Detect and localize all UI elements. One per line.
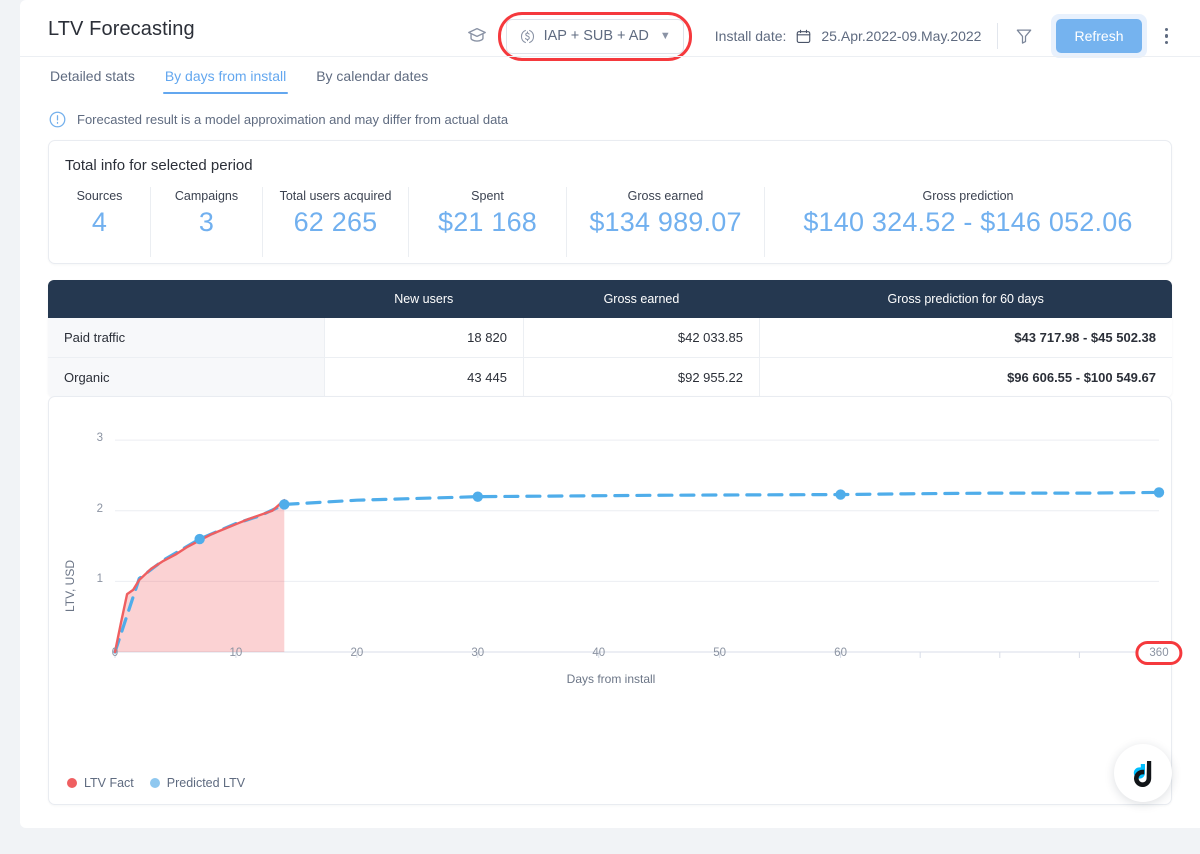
chevron-down-icon: ▼ bbox=[659, 29, 671, 42]
calendar-icon bbox=[795, 28, 812, 45]
kpi-gross-earned: Gross earned $134 989.07 bbox=[567, 187, 765, 257]
chart-svg bbox=[113, 439, 1165, 658]
funnel-icon[interactable] bbox=[1014, 26, 1034, 46]
table-cell-gross-prediction: $96 606.55 - $100 549.67 bbox=[759, 357, 1172, 397]
chart-x-tick-label: 40 bbox=[592, 647, 606, 659]
legend-item[interactable]: LTV Fact bbox=[67, 776, 134, 790]
total-info-card: Total info for selected period Sources 4 C… bbox=[48, 140, 1172, 264]
table-col-new-users: New users bbox=[324, 280, 524, 318]
tab-bar: Detailed stats By days from install By c… bbox=[20, 56, 1200, 94]
app-root: LTV Forecasting IAP + SUB + AD ▼ Install… bbox=[0, 0, 1200, 854]
table-row[interactable]: Paid traffic 18 820 $42 033.85 $43 717.98 -… bbox=[48, 318, 1172, 358]
chart-y-axis-label: LTV, USD bbox=[63, 559, 77, 612]
product-selector[interactable]: IAP + SUB + AD ▼ bbox=[497, 11, 692, 61]
page-title: LTV Forecasting bbox=[48, 18, 195, 40]
sources-table: New users Gross earned Gross prediction … bbox=[48, 280, 1172, 397]
header-controls: IAP + SUB + AD ▼ Install date: 25.Apr.20… bbox=[466, 11, 1175, 61]
kpi-value: 4 bbox=[91, 207, 108, 237]
devtodev-logo-icon[interactable] bbox=[1114, 744, 1172, 802]
install-date-value: 25.Apr.2022-09.May.2022 bbox=[821, 28, 982, 44]
legend-label: LTV Fact bbox=[84, 776, 134, 790]
chart-point-marker bbox=[472, 491, 483, 502]
kebab-menu-icon[interactable] bbox=[1159, 24, 1175, 49]
chart-x-tick-label: 50 bbox=[713, 647, 727, 659]
kpi-value: $134 989.07 bbox=[589, 207, 742, 237]
chart-x-tick-label: 60 bbox=[834, 647, 847, 659]
chart-point-marker bbox=[835, 489, 846, 500]
chart-x-tick-label: 30 bbox=[471, 647, 485, 659]
table-cell-new-users: 18 820 bbox=[324, 318, 524, 358]
kpi-label: Campaigns bbox=[174, 189, 239, 203]
install-date-picker[interactable]: Install date: 25.Apr.2022-09.May.2022 bbox=[715, 28, 982, 45]
kpi-value: 3 bbox=[198, 207, 215, 237]
kpi-label: Spent bbox=[471, 189, 504, 203]
chart-y-tick-label: 1 bbox=[96, 573, 103, 586]
chart-legend: LTV Fact Predicted LTV bbox=[67, 776, 245, 790]
chart-point-marker bbox=[279, 499, 290, 510]
table-cell-new-users: 43 445 bbox=[324, 357, 524, 397]
kpi-spent: Spent $21 168 bbox=[409, 187, 567, 257]
forecast-notice: Forecasted result is a model approximati… bbox=[48, 110, 508, 129]
graduation-cap-icon[interactable] bbox=[466, 25, 488, 47]
table-col-source bbox=[48, 280, 324, 318]
legend-color-dot bbox=[67, 778, 77, 788]
table-header-row: New users Gross earned Gross prediction … bbox=[48, 280, 1172, 318]
dollar-circle-icon bbox=[519, 28, 536, 45]
total-info-title: Total info for selected period bbox=[65, 157, 253, 174]
ltv-chart-card: 1 2 3 0 10 20 30 40 50 60 360 LTV, USD Days from ins… bbox=[48, 396, 1183, 806]
devtodev-logo-glyph bbox=[1133, 761, 1152, 787]
kpi-total-users-acquired: Total users acquired 62 265 bbox=[263, 187, 409, 257]
table-cell-source: Organic bbox=[48, 357, 325, 397]
chart-y-tick-label: 2 bbox=[96, 502, 103, 515]
kpi-campaigns: Campaigns 3 bbox=[151, 187, 263, 257]
tab-detailed-stats[interactable]: Detailed stats bbox=[48, 57, 137, 94]
chart-point-marker bbox=[194, 533, 205, 545]
header-divider bbox=[997, 23, 999, 49]
kpi-value: $21 168 bbox=[438, 207, 537, 237]
chart-y-tick-label: 3 bbox=[96, 432, 103, 445]
refresh-button[interactable]: Refresh bbox=[1056, 19, 1142, 53]
kpi-value: 62 265 bbox=[293, 207, 378, 237]
refresh-button-wrap: Refresh bbox=[1051, 14, 1147, 58]
chart-x-tick-label: 20 bbox=[350, 647, 364, 659]
chart-x-tick-label-highlighted: 360 bbox=[1135, 641, 1183, 665]
tab-by-calendar-dates[interactable]: By calendar dates bbox=[314, 57, 430, 94]
kpi-value: $140 324.52 - $146 052.06 bbox=[803, 207, 1133, 237]
legend-label: Predicted LTV bbox=[166, 776, 246, 790]
kpi-row: Sources 4 Campaigns 3 Total users acquired 62… bbox=[49, 187, 1171, 257]
chart-x-tick-label: 0 bbox=[111, 647, 119, 659]
legend-color-dot bbox=[149, 778, 160, 788]
product-selector-value: IAP + SUB + AD bbox=[543, 28, 649, 44]
table-row[interactable]: Organic 43 445 $92 955.22 $96 606.55 - $100… bbox=[48, 357, 1172, 397]
chart-point-marker bbox=[1153, 487, 1165, 498]
kpi-label: Sources bbox=[76, 189, 123, 203]
chart-x-tick-label: 10 bbox=[229, 647, 243, 659]
table-cell-source: Paid traffic bbox=[48, 318, 325, 358]
kpi-gross-prediction: Gross prediction $140 324.52 - $146 052.0… bbox=[765, 187, 1171, 257]
chart-x-axis-label: Days from install bbox=[566, 672, 656, 686]
table-cell-gross-prediction: $43 717.98 - $45 502.38 bbox=[759, 318, 1172, 358]
content-shell: LTV Forecasting IAP + SUB + AD ▼ Install… bbox=[20, 0, 1200, 828]
table-cell-gross-earned: $42 033.85 bbox=[523, 318, 760, 358]
legend-item[interactable]: Predicted LTV bbox=[149, 776, 246, 790]
table-col-gross-earned: Gross earned bbox=[523, 280, 760, 318]
page-header: LTV Forecasting IAP + SUB + AD ▼ Install… bbox=[20, 0, 1200, 61]
kpi-sources: Sources 4 bbox=[49, 187, 151, 257]
forecast-notice-text: Forecasted result is a model approximati… bbox=[77, 112, 509, 127]
tab-by-days-from-install[interactable]: By days from install bbox=[162, 57, 289, 94]
kpi-label: Total users acquired bbox=[279, 189, 392, 203]
info-circle-icon bbox=[48, 110, 67, 129]
table-cell-gross-earned: $92 955.22 bbox=[523, 357, 760, 397]
ltv-chart-plot[interactable]: 1 2 3 0 10 20 30 40 50 60 360 LTV, USD Days from ins… bbox=[49, 397, 1183, 806]
kpi-label: Gross prediction bbox=[922, 189, 1014, 203]
kpi-label: Gross earned bbox=[627, 189, 704, 203]
table-col-gross-prediction: Gross prediction for 60 days bbox=[759, 280, 1172, 318]
install-date-label: Install date: bbox=[714, 28, 787, 44]
